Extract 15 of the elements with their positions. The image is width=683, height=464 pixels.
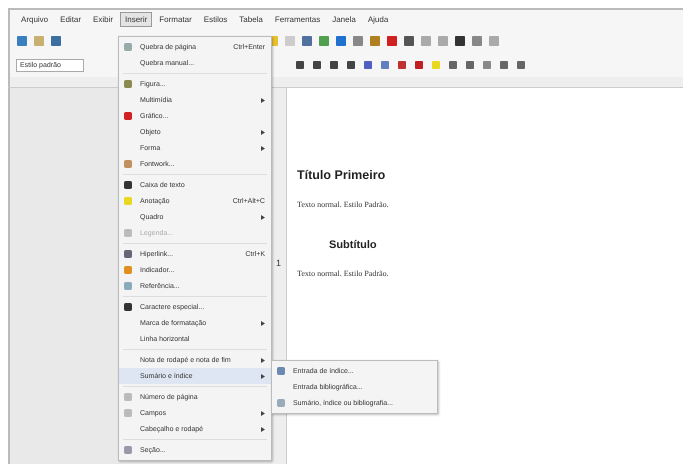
menu-item[interactable]: Ferramentas xyxy=(270,12,326,27)
body-text: Texto normal. Estilo Padrão. xyxy=(297,200,390,209)
menu-item[interactable]: Ajuda xyxy=(362,12,394,27)
subheading-text: Subtítulo xyxy=(329,239,378,251)
body-text: Texto normal. Estilo Padrão. xyxy=(297,269,390,278)
menu-item[interactable]: Exibir xyxy=(88,12,118,27)
menu-item[interactable]: Tabela xyxy=(234,12,268,27)
menu-item[interactable]: Janela xyxy=(327,12,361,27)
menu-item[interactable]: Inserir xyxy=(120,12,152,27)
menu-item[interactable]: Editar xyxy=(55,12,86,27)
menu-item[interactable]: Arquivo xyxy=(16,12,54,27)
menu-item[interactable]: Estilos xyxy=(198,12,232,27)
heading-text: Título Primeiro xyxy=(297,168,386,182)
menu-item[interactable]: Formatar xyxy=(154,12,197,27)
ruler-number: 1 xyxy=(276,258,282,268)
